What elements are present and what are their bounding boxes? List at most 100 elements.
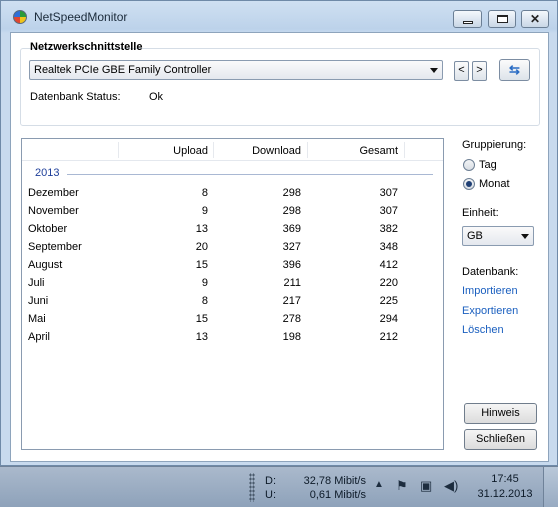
adapter-select[interactable]: Realtek PCIe GBE Family Controller (29, 60, 443, 80)
row-month: August (28, 259, 63, 271)
row-upload: 15 (195, 313, 208, 325)
db-status-value: Ok (149, 91, 164, 103)
minimize-icon (462, 20, 473, 24)
row-month: Dezember (28, 187, 79, 199)
import-link[interactable]: Importieren (462, 285, 518, 297)
table-row[interactable]: September 20 327 348 (22, 241, 443, 259)
client-area: Netzwerkschnittstelle Realtek PCIe GBE F… (10, 32, 549, 462)
radio-day-label[interactable]: Tag (479, 159, 497, 171)
row-month: Mai (28, 313, 46, 325)
row-total: 220 (379, 277, 398, 289)
title-bar[interactable]: NetSpeedMonitor ✕ (1, 1, 557, 33)
window-title: NetSpeedMonitor (34, 10, 128, 24)
row-month: Oktober (28, 223, 68, 235)
header-total[interactable]: Gesamt (307, 145, 398, 157)
database-label: Datenbank: (462, 266, 519, 278)
row-upload: 9 (201, 205, 208, 217)
clock-time[interactable]: 17:45 (470, 473, 540, 485)
app-window: NetSpeedMonitor ✕ Netzwerkschnittstelle … (0, 0, 558, 466)
grouping-label: Gruppierung: (462, 139, 527, 151)
dropdown-arrow-icon (430, 68, 438, 73)
table-row[interactable]: Dezember 8 298 307 (22, 187, 443, 205)
export-link[interactable]: Exportieren (462, 305, 518, 317)
taskbar: D: U: 32,78 Mibit/s 0,61 Mibit/s ▲ ⚑ ▣ ◀… (0, 466, 558, 507)
row-download: 211 (283, 277, 301, 289)
row-download: 327 (282, 241, 301, 253)
network-icon[interactable]: ▣ (420, 478, 432, 494)
row-download: 278 (282, 313, 301, 325)
clock-date[interactable]: 31.12.2013 (470, 488, 540, 500)
row-download: 217 (282, 295, 301, 307)
table-row[interactable]: Juli 9 211 220 (22, 277, 443, 295)
app-icon (13, 10, 27, 24)
row-upload: 13 (195, 223, 208, 235)
row-download: 198 (282, 331, 301, 343)
tray-expand-icon[interactable]: ▲ (374, 479, 384, 490)
close-button[interactable]: Schließen (464, 429, 537, 450)
row-download: 298 (282, 205, 301, 217)
row-upload: 9 (201, 277, 208, 289)
unit-label: Einheit: (462, 207, 499, 219)
radio-day[interactable] (463, 159, 475, 171)
close-window-button[interactable]: ✕ (521, 10, 549, 28)
row-download: 369 (282, 223, 301, 235)
table-header: Upload Download Gesamt (22, 139, 443, 161)
radio-month[interactable] (463, 178, 475, 190)
table-row[interactable]: August 15 396 412 (22, 259, 443, 277)
header-download[interactable]: Download (213, 145, 301, 157)
speaker-icon[interactable]: ◀) (444, 478, 458, 494)
row-month: September (28, 241, 82, 253)
row-total: 412 (379, 259, 398, 271)
year-group-label: 2013 (35, 167, 60, 179)
row-upload: 8 (201, 295, 208, 307)
download-label: D: (265, 475, 276, 487)
show-desktop-button[interactable] (543, 467, 558, 507)
row-download: 298 (282, 187, 301, 199)
row-download: 396 (282, 259, 301, 271)
toolbar-grip[interactable] (249, 473, 255, 502)
table-row[interactable]: Mai 15 278 294 (22, 313, 443, 331)
row-upload: 20 (195, 241, 208, 253)
table-row[interactable]: Oktober 13 369 382 (22, 223, 443, 241)
maximize-button[interactable] (488, 10, 516, 28)
table-row[interactable]: April 13 198 212 (22, 331, 443, 349)
adapter-value: Realtek PCIe GBE Family Controller (34, 64, 212, 76)
table-row[interactable]: November 9 298 307 (22, 205, 443, 223)
previous-adapter-button[interactable]: < (454, 61, 469, 81)
next-adapter-button[interactable]: > (472, 61, 487, 81)
row-month: Juli (28, 277, 45, 289)
hint-button[interactable]: Hinweis (464, 403, 537, 424)
refresh-button[interactable]: ⇆ (499, 59, 530, 81)
year-group-line (67, 174, 433, 175)
row-upload: 13 (195, 331, 208, 343)
dropdown-arrow-icon (521, 234, 529, 239)
header-upload[interactable]: Upload (118, 145, 208, 157)
row-total: 225 (379, 295, 398, 307)
traffic-table[interactable]: Upload Download Gesamt 2013 Dezember 8 2… (21, 138, 444, 450)
flag-icon[interactable]: ⚑ (396, 478, 408, 494)
row-upload: 15 (195, 259, 208, 271)
unit-value: GB (467, 230, 483, 242)
row-total: 307 (379, 187, 398, 199)
upload-speed: 0,61 Mibit/s (309, 489, 366, 501)
row-total: 212 (379, 331, 398, 343)
interface-section-title: Netzwerkschnittstelle (30, 41, 143, 53)
row-month: April (28, 331, 51, 343)
row-total: 382 (379, 223, 398, 235)
table-row[interactable]: Juni 8 217 225 (22, 295, 443, 313)
delete-link[interactable]: Löschen (462, 324, 504, 336)
header-separator (404, 142, 405, 158)
row-total: 294 (379, 313, 398, 325)
minimize-button[interactable] (453, 10, 482, 28)
upload-label: U: (265, 489, 276, 501)
maximize-icon (496, 15, 508, 23)
unit-select[interactable]: GB (462, 226, 534, 246)
refresh-icon: ⇆ (509, 62, 520, 77)
row-month: Juni (28, 295, 49, 307)
close-icon: ✕ (529, 12, 541, 26)
radio-month-label[interactable]: Monat (479, 178, 510, 190)
row-total: 307 (379, 205, 398, 217)
row-upload: 8 (201, 187, 208, 199)
download-speed: 32,78 Mibit/s (303, 475, 366, 487)
row-month: November (28, 205, 79, 217)
